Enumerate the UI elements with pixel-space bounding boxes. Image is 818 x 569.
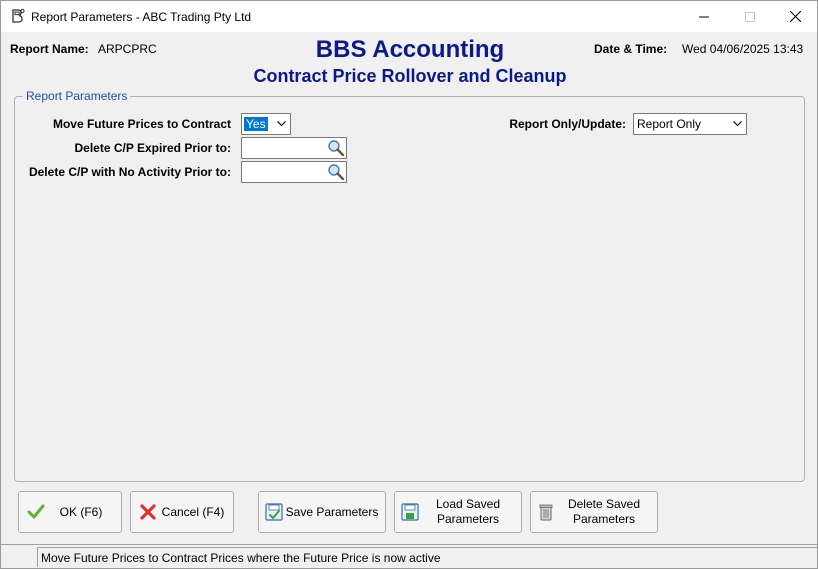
load-parameters-button[interactable]: Load Saved Parameters bbox=[394, 491, 522, 533]
load-params-icon bbox=[401, 503, 419, 521]
load-parameters-label-line1: Load Saved bbox=[435, 497, 501, 511]
report-title: Contract Price Rollover and Cleanup bbox=[253, 66, 567, 86]
delete-expired-value bbox=[242, 138, 245, 152]
save-parameters-label: Save Parameters bbox=[285, 504, 379, 519]
ok-label: OK (F6) bbox=[59, 504, 103, 519]
save-params-icon bbox=[265, 503, 283, 521]
window-title: Report Parameters - ABC Trading Pty Ltd bbox=[31, 10, 252, 24]
save-parameters-button[interactable]: Save Parameters bbox=[258, 491, 386, 533]
delete-parameters-label-line1: Delete Saved bbox=[567, 497, 641, 511]
cancel-label: Cancel (F4) bbox=[161, 504, 225, 519]
cross-icon bbox=[139, 503, 157, 521]
report-update-label: Report Only/Update: bbox=[509, 117, 626, 131]
close-button[interactable] bbox=[772, 1, 818, 32]
datetime-label: Date & Time: bbox=[594, 42, 668, 56]
trash-icon bbox=[537, 503, 555, 521]
minimize-icon bbox=[699, 16, 709, 17]
delete-parameters-button[interactable]: Delete Saved Parameters bbox=[530, 491, 658, 533]
delete-no-activity-label: Delete C/P with No Activity Prior to: bbox=[28, 165, 231, 179]
load-parameters-label-line2: Parameters bbox=[436, 512, 500, 526]
delete-no-activity-value bbox=[242, 162, 245, 176]
report-update-value: Report Only bbox=[637, 117, 702, 131]
checkmark-icon bbox=[27, 503, 45, 521]
group-legend: Report Parameters bbox=[23, 89, 131, 103]
close-icon bbox=[789, 11, 801, 22]
maximize-icon bbox=[745, 11, 755, 22]
move-future-prices-select[interactable]: Yes bbox=[241, 113, 291, 135]
report-update-select[interactable]: Report Only bbox=[633, 113, 747, 135]
move-future-prices-value: Yes bbox=[244, 117, 268, 131]
magnifier-icon[interactable] bbox=[327, 163, 345, 181]
chevron-down-icon bbox=[728, 114, 746, 134]
datetime-value: Wed 04/06/2025 13:43 bbox=[682, 42, 804, 56]
minimize-button[interactable] bbox=[681, 1, 727, 32]
load-parameters-label: Load Saved Parameters bbox=[419, 497, 521, 527]
chevron-down-icon bbox=[272, 114, 290, 134]
delete-no-activity-date-input[interactable] bbox=[241, 161, 347, 183]
title-bar[interactable]: Report Parameters - ABC Trading Pty Ltd bbox=[1, 1, 817, 32]
cancel-button[interactable]: Cancel (F4) bbox=[130, 491, 234, 533]
delete-parameters-label: Delete Saved Parameters bbox=[555, 497, 657, 527]
ok-button[interactable]: OK (F6) bbox=[18, 491, 122, 533]
status-bar: Move Future Prices to Contract Prices wh… bbox=[1, 544, 817, 568]
delete-expired-label: Delete C/P Expired Prior to: bbox=[74, 141, 232, 155]
delete-parameters-label-line2: Parameters bbox=[572, 512, 636, 526]
magnifier-icon[interactable] bbox=[327, 139, 345, 157]
app-logo-icon bbox=[10, 8, 26, 24]
status-message: Move Future Prices to Contract Prices wh… bbox=[37, 547, 817, 567]
maximize-button[interactable] bbox=[727, 1, 773, 32]
delete-expired-date-input[interactable] bbox=[241, 137, 347, 159]
report-parameters-window: Report Parameters - ABC Trading Pty Ltd … bbox=[0, 0, 818, 569]
move-future-prices-label: Move Future Prices to Contract bbox=[52, 117, 231, 131]
